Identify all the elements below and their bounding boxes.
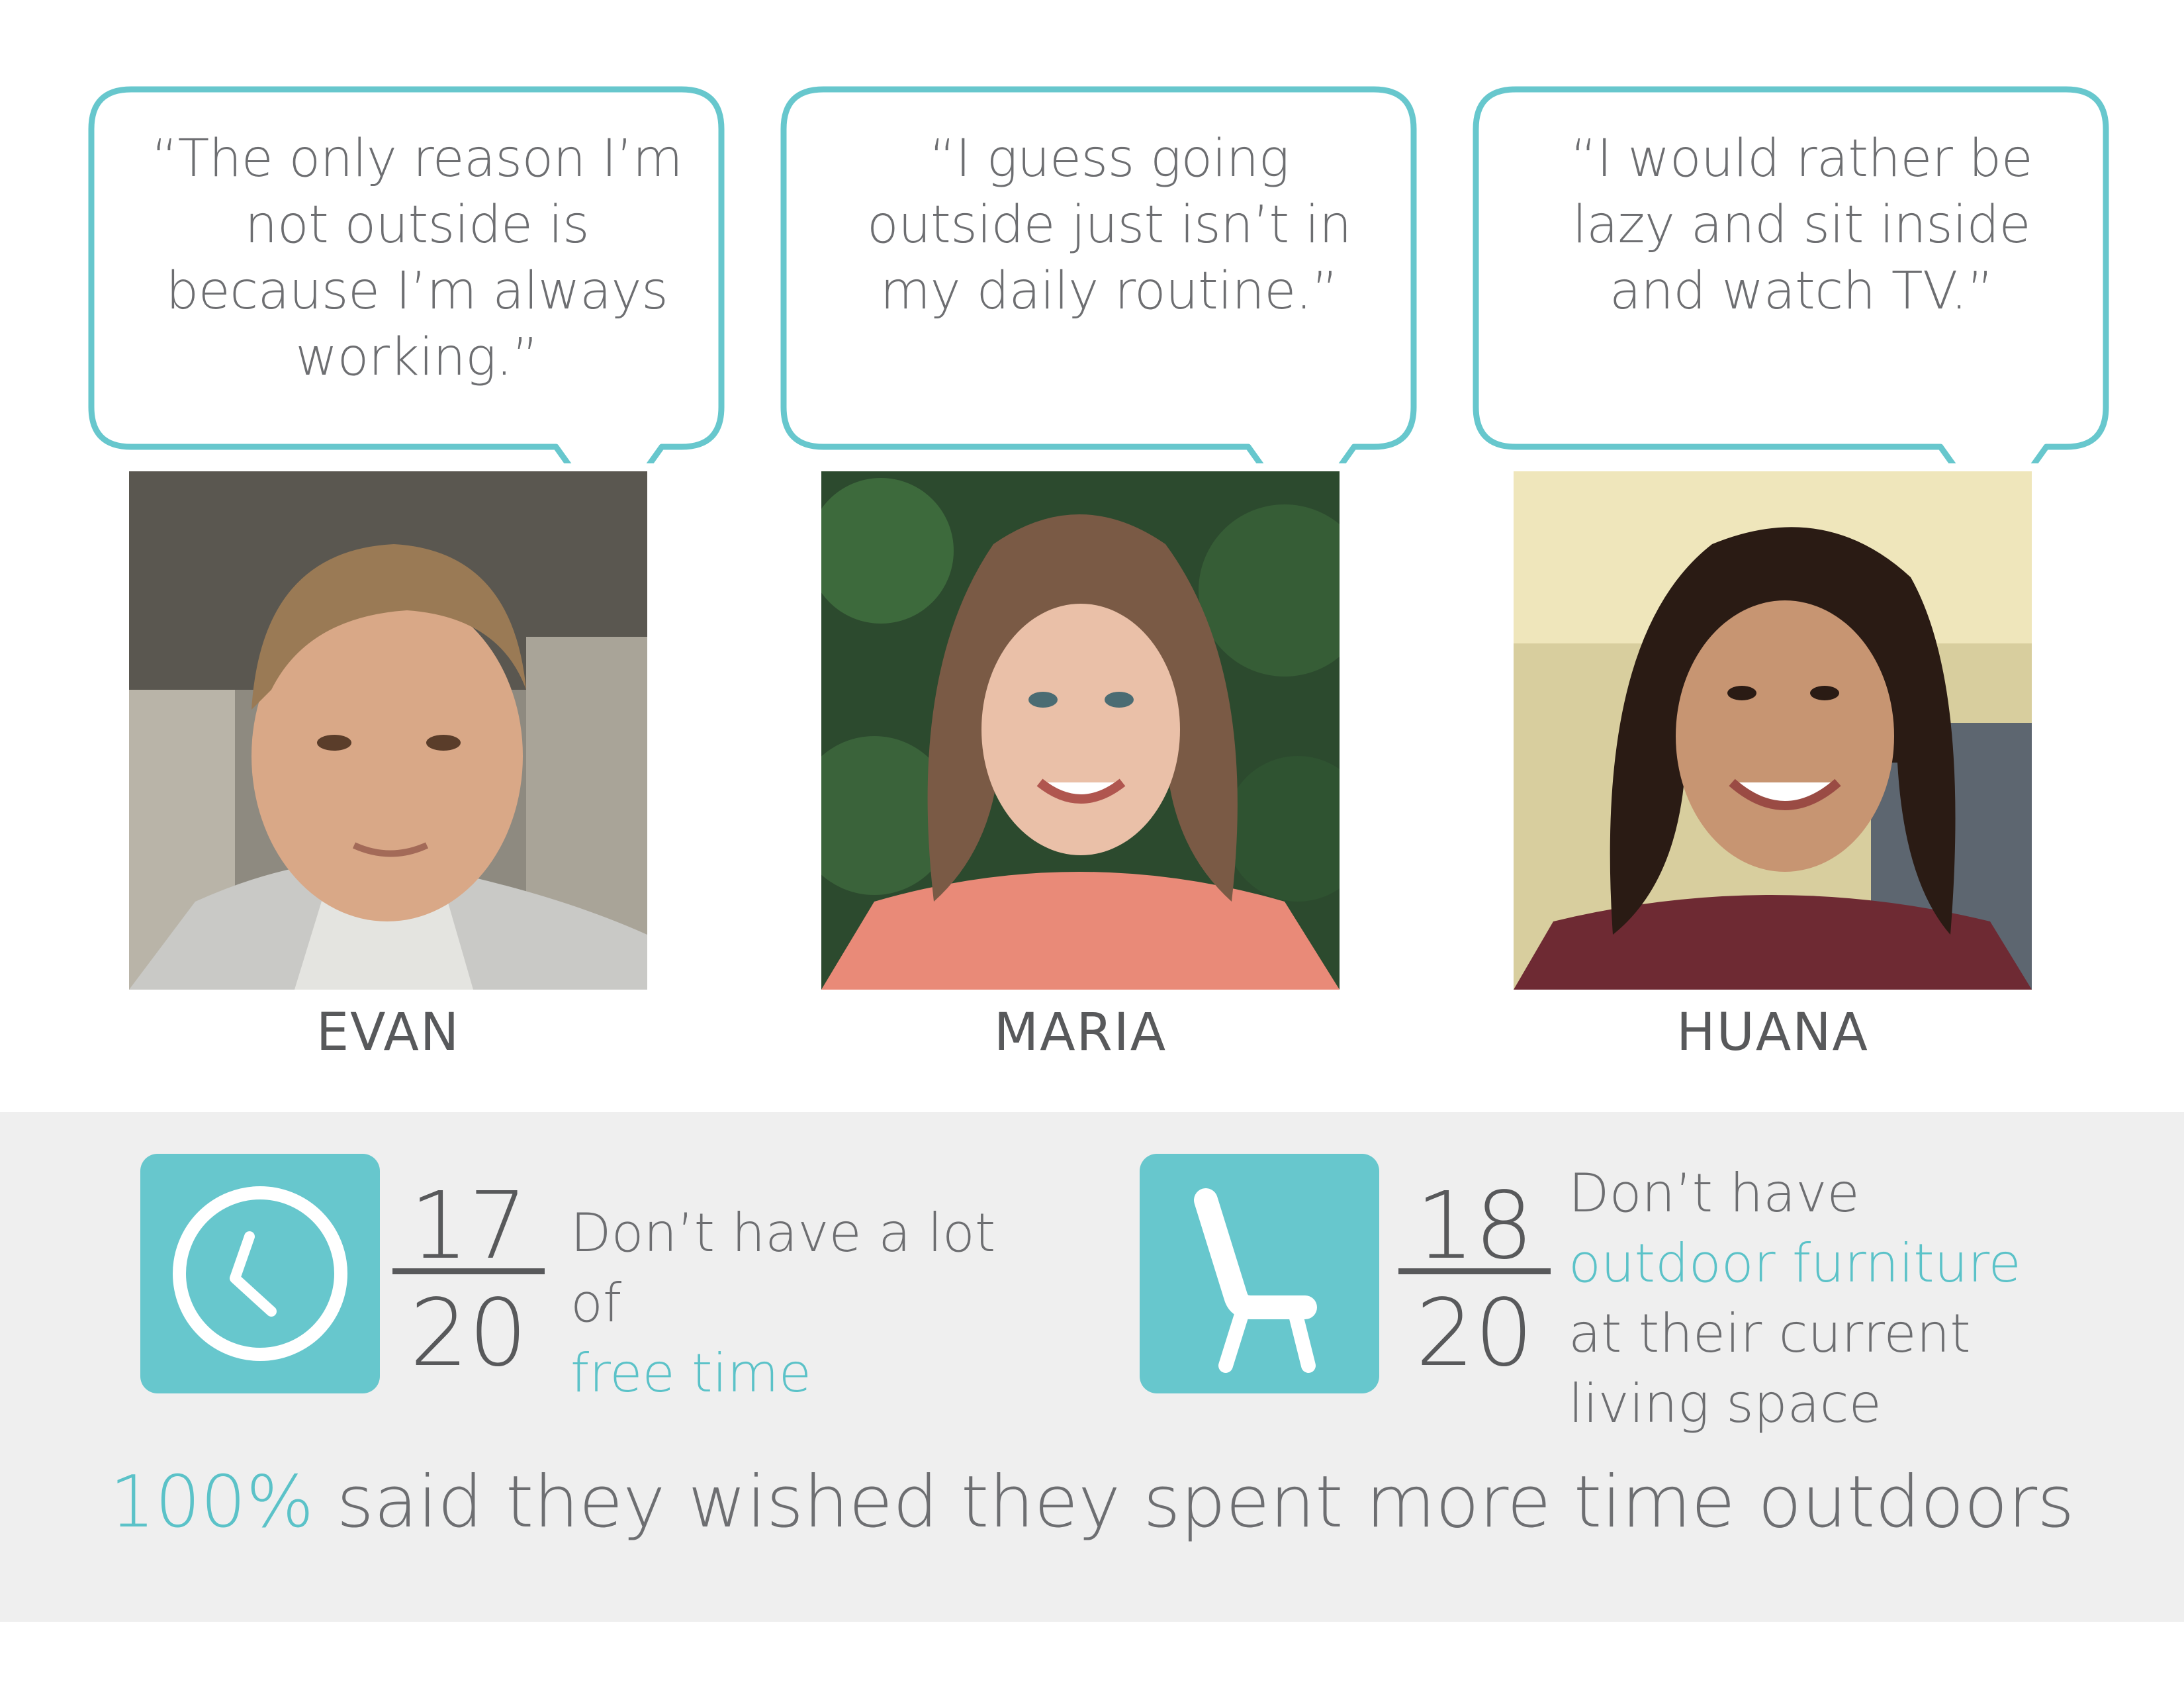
- persona-name: HUANA: [1676, 1003, 1869, 1062]
- stat-description: Don’t have outdoor furniture at their cu…: [1569, 1158, 2071, 1439]
- quote-text: “I would rather be lazy and sit inside a…: [1570, 129, 2033, 321]
- persona-maria: “I guess going outside just isn’t in my …: [778, 0, 1440, 1099]
- persona-name: EVAN: [316, 1003, 461, 1062]
- photo-evan: [129, 471, 647, 990]
- clock-icon: [173, 1186, 347, 1361]
- stat-text-highlight: outdoor furniture: [1569, 1233, 2021, 1294]
- photo-huana: [1514, 471, 2032, 990]
- summary-line: 100% said they wished they spent more ti…: [0, 1456, 2184, 1549]
- photo-maria: [821, 471, 1340, 990]
- stat-description: Don’t have a lot of free time: [570, 1198, 1047, 1409]
- chair-icon: [1194, 1188, 1317, 1373]
- persona-huana: “I would rather be lazy and sit inside a…: [1471, 0, 2132, 1099]
- fraction-numerator: 18: [1415, 1172, 1534, 1280]
- fraction-bar: [1398, 1268, 1551, 1274]
- stat-text-plain: Don’t have: [1569, 1162, 1860, 1224]
- fraction-denominator: 20: [409, 1280, 528, 1387]
- stat-text-plain: at their current living space: [1569, 1303, 1971, 1434]
- fraction-numerator: 17: [409, 1172, 528, 1280]
- clock-icon-tile: [140, 1154, 380, 1393]
- persona-evan: “The only reason I’m not outside is beca…: [86, 0, 748, 1099]
- stat-text-plain: Don’t have a lot of: [570, 1202, 996, 1334]
- fraction-denominator: 20: [1415, 1280, 1534, 1387]
- fraction-bar: [392, 1268, 545, 1274]
- summary-text: said they wished they spent more time ou…: [336, 1461, 2075, 1544]
- summary-percent: 100%: [109, 1461, 314, 1544]
- quote-text: “The only reason I’m not outside is beca…: [151, 129, 683, 387]
- stat-text-highlight: free time: [570, 1342, 811, 1404]
- chair-icon-tile: [1140, 1154, 1379, 1393]
- quote-text: “I guess going outside just isn’t in my …: [867, 129, 1352, 321]
- persona-name: MARIA: [993, 1003, 1167, 1062]
